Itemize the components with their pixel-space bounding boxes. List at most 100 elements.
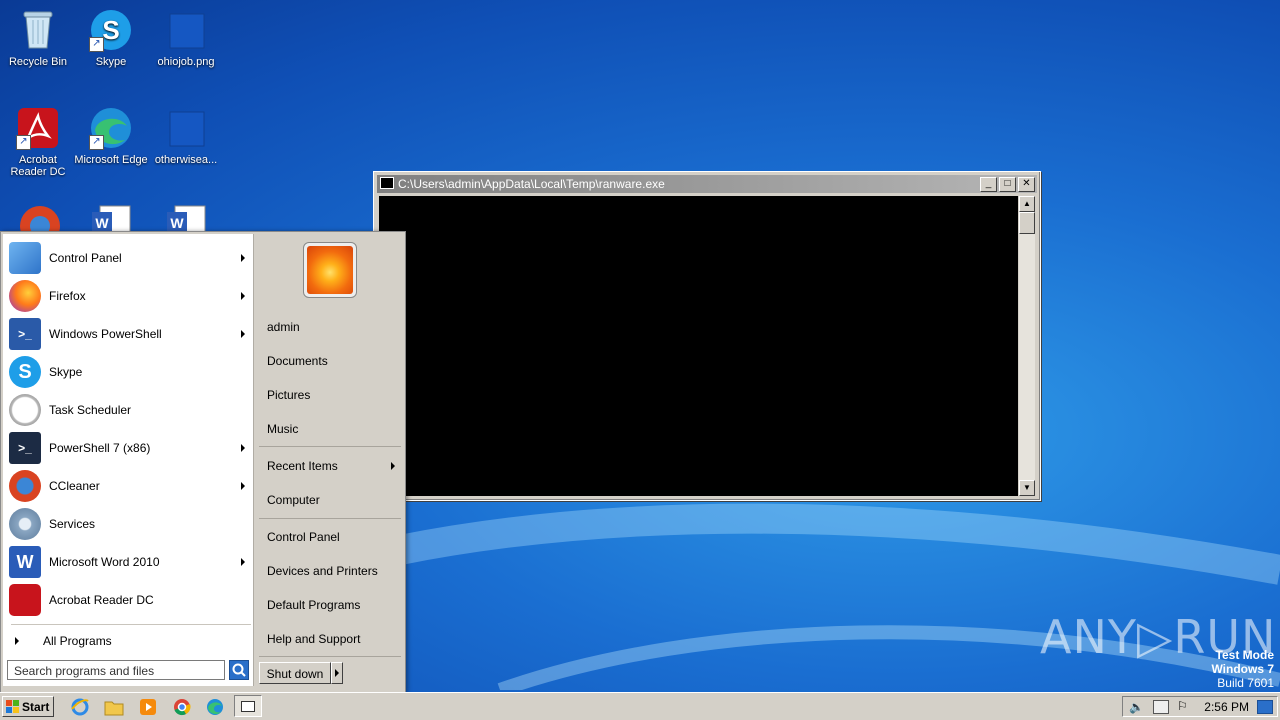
console-window[interactable]: C:\Users\admin\AppData\Local\Temp\ranwar…: [373, 171, 1041, 501]
start-item-label: Windows PowerShell: [49, 327, 162, 341]
svg-text:W: W: [95, 215, 109, 231]
search-icon[interactable]: [229, 660, 249, 680]
submenu-arrow-icon: [241, 254, 245, 262]
watermark-line: Build 7601: [1217, 676, 1274, 690]
console-window-taskbar-button[interactable]: [234, 695, 262, 717]
ccleaner-desktop-icon[interactable]: [18, 204, 62, 231]
submenu-arrow-icon: [391, 462, 395, 470]
start-item-firefox[interactable]: Firefox: [9, 278, 251, 314]
start-item-label: Acrobat Reader DC: [49, 593, 154, 607]
desktop-icon-label: Recycle Bin: [8, 56, 68, 68]
ccleaner-icon: [9, 470, 41, 502]
places-recent-items[interactable]: Recent Items: [267, 455, 401, 477]
action-center-flag-icon[interactable]: ⚐: [1177, 699, 1188, 713]
start-item-acrobat[interactable]: Acrobat Reader DC: [9, 582, 251, 618]
places-computer[interactable]: Computer: [267, 489, 401, 511]
desktop-icon-ohiojob[interactable]: ohiojob.png: [148, 8, 224, 68]
minimize-button[interactable]: _: [980, 177, 997, 192]
control-panel-icon: [9, 242, 41, 274]
places-default-programs[interactable]: Default Programs: [267, 594, 401, 616]
watermark-line: Test Mode: [1215, 648, 1274, 662]
places-documents[interactable]: Documents: [267, 350, 401, 372]
desktop-icon-label: Skype: [95, 56, 127, 68]
places-devices-printers[interactable]: Devices and Printers: [267, 560, 401, 582]
places-help-support[interactable]: Help and Support: [267, 628, 401, 650]
submenu-arrow-icon: [241, 292, 245, 300]
show-desktop-icon[interactable]: [1257, 700, 1273, 714]
start-item-windows-powershell[interactable]: >_ Windows PowerShell: [9, 316, 251, 352]
start-item-task-scheduler[interactable]: Task Scheduler: [9, 392, 251, 428]
divider: [11, 624, 251, 625]
system-tray: 🔈 ⚐ 2:56 PM: [1122, 696, 1278, 717]
desktop-icon-edge[interactable]: ↗ Microsoft Edge: [73, 106, 149, 166]
console-titlebar[interactable]: C:\Users\admin\AppData\Local\Temp\ranwar…: [377, 175, 1037, 193]
shortcut-arrow-icon: ↗: [89, 37, 104, 52]
shutdown-options-button[interactable]: [331, 662, 343, 684]
clock[interactable]: 2:56 PM: [1204, 697, 1249, 717]
all-programs-label: All Programs: [43, 634, 112, 648]
watermark-line: Windows 7: [1211, 662, 1274, 676]
start-item-label: CCleaner: [49, 479, 100, 493]
start-item-powershell-7[interactable]: >_ PowerShell 7 (x86): [9, 430, 251, 466]
shutdown-button[interactable]: Shut down: [259, 662, 331, 684]
places-control-panel[interactable]: Control Panel: [267, 526, 401, 548]
search-input[interactable]: Search programs and files: [7, 660, 225, 680]
user-picture[interactable]: [303, 242, 357, 298]
start-item-skype[interactable]: S Skype: [9, 354, 251, 390]
desktop-icon-recycle-bin[interactable]: Recycle Bin: [0, 8, 76, 68]
start-item-label: PowerShell 7 (x86): [49, 441, 151, 455]
clock-icon: [9, 394, 41, 426]
divider: [259, 656, 401, 657]
places-music[interactable]: Music: [267, 418, 401, 440]
shortcut-arrow-icon: ↗: [89, 135, 104, 150]
edge-icon[interactable]: [205, 697, 225, 717]
skype-icon: S ↗: [89, 8, 133, 52]
word-document-icon[interactable]: W: [165, 204, 209, 231]
firefox-icon: [9, 280, 41, 312]
vertical-scrollbar[interactable]: ▲ ▼: [1019, 196, 1035, 496]
console-output-area[interactable]: [379, 196, 1018, 496]
acrobat-icon: [9, 584, 41, 616]
skype-icon: S: [9, 356, 41, 388]
chrome-icon[interactable]: [172, 697, 192, 717]
console-window-icon: [380, 177, 394, 189]
start-item-label: Microsoft Word 2010: [49, 555, 160, 569]
scroll-down-arrow-icon[interactable]: ▼: [1019, 480, 1035, 496]
scroll-up-arrow-icon[interactable]: ▲: [1019, 196, 1035, 212]
all-programs-button[interactable]: All Programs: [9, 630, 251, 652]
start-label: Start: [22, 699, 50, 714]
start-menu-programs-pane: Control Panel Firefox >_ Windows PowerSh…: [3, 234, 254, 686]
submenu-arrow-icon: [241, 482, 245, 490]
desktop-icon-skype[interactable]: S ↗ Skype: [73, 8, 149, 68]
start-item-ccleaner[interactable]: CCleaner: [9, 468, 251, 504]
places-user[interactable]: admin: [267, 316, 401, 338]
explorer-icon[interactable]: [104, 697, 124, 717]
start-item-label: Skype: [49, 365, 83, 379]
start-item-word-2010[interactable]: W Microsoft Word 2010: [9, 544, 251, 580]
start-item-services[interactable]: Services: [9, 506, 251, 542]
flower-avatar-icon: [307, 246, 353, 294]
maximize-button[interactable]: □: [999, 177, 1016, 192]
start-item-control-panel[interactable]: Control Panel: [9, 240, 251, 276]
speaker-icon[interactable]: 🔈: [1129, 700, 1144, 714]
desktop-icon-label: ohiojob.png: [157, 56, 215, 68]
internet-explorer-icon[interactable]: [70, 697, 90, 717]
word-icon: W: [9, 546, 41, 578]
places-pictures[interactable]: Pictures: [267, 384, 401, 406]
console-window-icon: [241, 701, 255, 712]
desktop-icon-otherwisea[interactable]: otherwisea...: [148, 106, 224, 166]
media-player-icon[interactable]: [138, 697, 158, 717]
word-document-icon[interactable]: W: [90, 204, 134, 231]
scroll-thumb[interactable]: [1019, 212, 1035, 234]
svg-text:S: S: [102, 15, 119, 45]
powershell7-icon: >_: [9, 432, 41, 464]
network-icon[interactable]: [1153, 700, 1169, 714]
close-button[interactable]: ✕: [1018, 177, 1035, 192]
desktop-icon-label: otherwisea...: [154, 154, 218, 166]
start-item-label: Task Scheduler: [49, 403, 132, 417]
test-mode-watermark: Test Mode Windows 7 Build 7601: [1211, 648, 1274, 690]
file-icon: [164, 106, 208, 150]
start-button[interactable]: Start: [2, 696, 54, 717]
desktop-icon-acrobat[interactable]: ↗ Acrobat Reader DC: [0, 106, 76, 178]
start-item-label: Firefox: [49, 289, 86, 303]
